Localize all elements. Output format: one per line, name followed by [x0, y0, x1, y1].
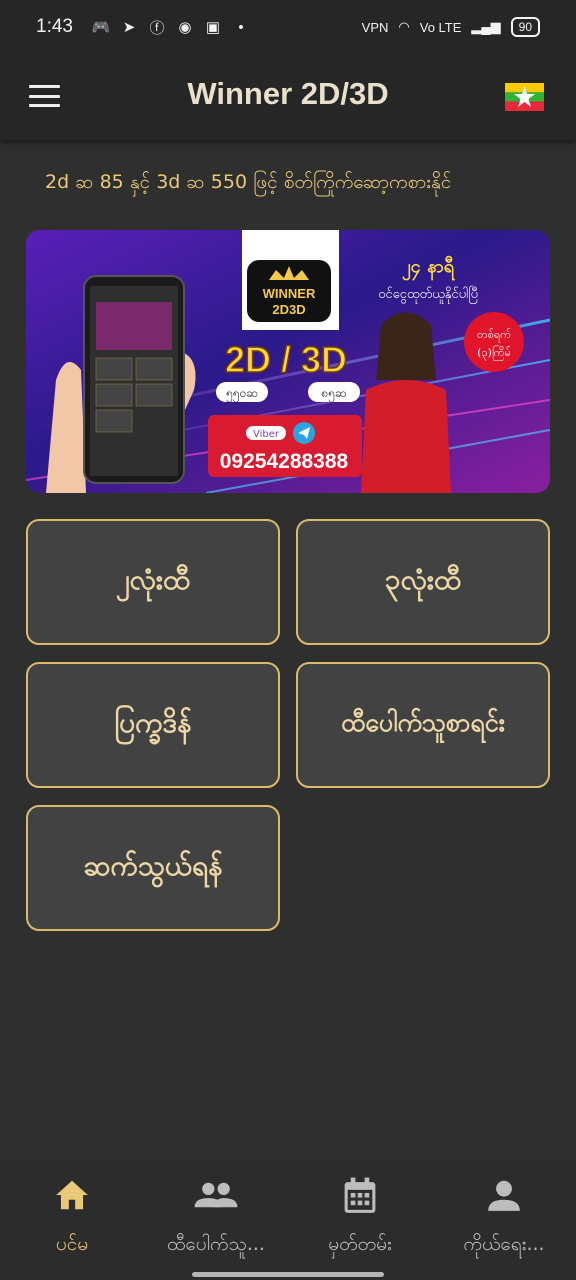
calendar-icon — [344, 1177, 376, 1213]
group-icon — [194, 1182, 238, 1208]
contact-button[interactable]: ဆက်သွယ်ရန် — [26, 805, 280, 931]
chat-icon: ▣ — [205, 19, 221, 36]
app-icon: ◉ — [178, 19, 192, 36]
banner-logo-bottom: 2D3D — [272, 302, 305, 317]
battery-icon: 90 — [510, 17, 540, 37]
vpn-icon: VPN — [361, 19, 389, 35]
calendar-button[interactable]: ပြက္ခဒိန် — [26, 662, 280, 788]
more-dot-icon: • — [238, 18, 244, 36]
banner-badge-line1: တစ်ရက် — [477, 328, 511, 343]
banner-image: WINNER 2D3D 2D / 3D ၅၅၀ဆ ၈၅ဆ Viber 09254… — [26, 230, 550, 493]
myanmar-flag-icon[interactable] — [505, 83, 544, 111]
banner-headline: 2D / 3D — [225, 339, 347, 380]
banner-viber: Viber — [253, 429, 280, 440]
nav-home-label: ပင်မ — [55, 1233, 89, 1255]
winners-list-button[interactable]: ထီပေါက်သူစာရင်း — [296, 662, 550, 788]
nav-history[interactable]: မှတ်တမ်း — [288, 1160, 432, 1260]
three-digit-button[interactable]: ၃လုံးထီ — [296, 519, 550, 645]
signal-icon: ▂▄▆ — [471, 19, 501, 34]
bottom-navigation: ပင်မ ထီပေါက်သူ... မှတ်တမ်း ကိုယ်ရေး... — [0, 1160, 576, 1280]
banner-logo-top: WINNER — [263, 286, 316, 301]
telegram-icon: ➤ — [122, 19, 136, 36]
nav-winners-label: ထီပေါက်သူ... — [167, 1233, 265, 1255]
app-title: Winner 2D/3D — [187, 76, 389, 111]
promo-banner[interactable]: WINNER 2D3D 2D / 3D ၅၅၀ဆ ၈၅ဆ Viber 09254… — [26, 230, 550, 493]
announcement-marquee: 2d ဆ 85 နှင့် 3d ဆ 550 ဖြင့် စိတ်ကြိုက်ဆ… — [45, 171, 452, 193]
home-icon — [56, 1180, 88, 1210]
notification-icons: 🎮 ➤ ⓕ ◉ ▣ • — [91, 17, 251, 38]
status-time: 1:43 — [36, 16, 73, 37]
home-indicator[interactable] — [192, 1272, 384, 1277]
nav-winners[interactable]: ထီပေါက်သူ... — [144, 1160, 288, 1260]
person-icon — [488, 1180, 520, 1211]
banner-badge-line2: (၃)ကြိမ် — [477, 345, 511, 361]
nav-history-label: မှတ်တမ်း — [328, 1233, 392, 1255]
nav-profile[interactable]: ကိုယ်ရေး... — [432, 1160, 576, 1260]
volte-label: Vo LTE — [419, 19, 462, 35]
banner-phone: 09254288388 — [220, 450, 349, 473]
discord-icon: 🎮 — [91, 19, 111, 36]
nav-home[interactable]: ပင်မ — [0, 1160, 144, 1260]
facebook-icon: ⓕ — [149, 19, 165, 37]
banner-promo-line2: ဝင်ငွေထုတ်ယူနိုင်ပါပြီ — [378, 286, 478, 304]
status-bar: 1:43 🎮 ➤ ⓕ ◉ ▣ • VPN ◠ Vo LTE ▂▄▆ 90 — [0, 0, 576, 54]
wifi-icon: ◠ — [398, 19, 410, 34]
app-bar: Winner 2D/3D — [0, 54, 576, 140]
two-digit-button[interactable]: ၂လုံးထီ — [26, 519, 280, 645]
nav-profile-label: ကိုယ်ရေး... — [463, 1233, 545, 1255]
